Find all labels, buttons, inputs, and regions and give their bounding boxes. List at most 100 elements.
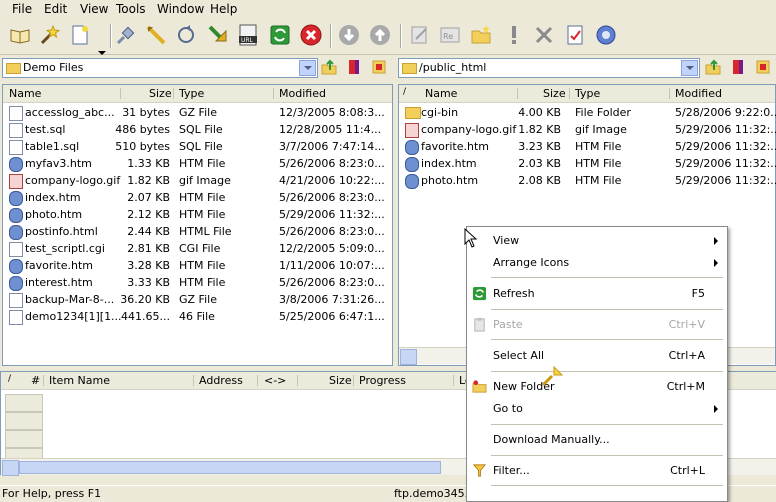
table-row[interactable]: favorite.htm 3.23 KB HTM File 5/29/2006 11:… xyxy=(399,138,776,155)
table-row[interactable]: photo.htm 2.12 KB HTM File 5/29/2006 11:32:… xyxy=(3,206,392,223)
cell-modified: 5/29/2006 11:32:... xyxy=(675,157,776,170)
cell-type: SQL File xyxy=(179,123,223,136)
download-icon[interactable] xyxy=(337,23,361,47)
url-icon[interactable]: URL xyxy=(236,23,260,47)
column-progress[interactable]: Progress xyxy=(359,374,406,387)
settings-icon[interactable] xyxy=(594,23,618,47)
table-row[interactable]: myfav3.htm 1.33 KB HTM File 5/26/2006 8:23:… xyxy=(3,155,392,172)
menu-item-download-manually[interactable]: Download Manually... xyxy=(467,430,727,450)
transfer-icon[interactable] xyxy=(144,23,168,47)
column-name[interactable]: Name xyxy=(9,87,41,100)
disconnect-icon[interactable] xyxy=(114,23,138,47)
cell-size: 1.33 KB xyxy=(127,157,170,170)
menu-item-select-all[interactable]: Select All Ctrl+A xyxy=(467,346,727,366)
exclamation-icon[interactable] xyxy=(502,23,526,47)
left-path: Demo Files xyxy=(23,61,84,74)
bookmark-icon[interactable] xyxy=(206,23,230,47)
table-row[interactable]: index.htm 2.03 KB HTM File 5/29/2006 11:32:… xyxy=(399,155,776,172)
menu-tools[interactable]: Tools xyxy=(116,2,146,16)
column-direction[interactable]: <-> xyxy=(264,374,286,387)
table-row[interactable]: favorite.htm 3.28 KB HTM File 1/11/2006 10:… xyxy=(3,257,392,274)
table-row[interactable]: postinfo.html 2.44 KB HTML File 5/26/2006 8… xyxy=(3,223,392,240)
right-path-combo[interactable]: /public_html xyxy=(398,58,700,78)
properties-icon[interactable] xyxy=(563,23,587,47)
table-row[interactable]: accesslog_abc... 31 bytes GZ File 12/3/2005… xyxy=(3,104,392,121)
svg-text:Re: Re xyxy=(443,32,453,41)
column-size[interactable]: Size xyxy=(329,374,352,387)
column-size[interactable]: Size xyxy=(543,87,566,100)
column-type[interactable]: Type xyxy=(179,87,204,100)
menu-item-refresh[interactable]: Refresh F5 xyxy=(467,284,727,304)
menu-view[interactable]: View xyxy=(80,2,108,16)
table-row[interactable]: index.htm 2.07 KB HTM File 5/26/2006 8:23:0… xyxy=(3,189,392,206)
cell-modified: 5/26/2006 8:23:0... xyxy=(279,191,385,204)
chevron-down-icon[interactable] xyxy=(681,60,698,76)
menu-item-filter[interactable]: Filter... Ctrl+L xyxy=(467,461,727,481)
table-row[interactable]: cgi-bin 4.00 KB File Folder 5/28/2006 9:22:… xyxy=(399,104,776,121)
menu-window[interactable]: Window xyxy=(157,2,204,16)
table-row[interactable]: table1.sql 510 bytes SQL File 3/7/2006 7:47… xyxy=(3,138,392,155)
up-folder-icon[interactable] xyxy=(705,59,721,75)
folder-options-icon[interactable] xyxy=(371,59,387,75)
column-name[interactable]: Name xyxy=(425,87,457,100)
cell-name: index.htm xyxy=(421,157,477,170)
table-row[interactable]: demo1234[1][1... 441.65... 46 File 5/25/200… xyxy=(3,308,392,325)
menu-item-view[interactable]: View xyxy=(467,231,727,251)
menu-item-paste[interactable]: Paste Ctrl+V xyxy=(467,315,727,335)
bookmark-icon[interactable] xyxy=(346,59,362,75)
column-num[interactable]: # xyxy=(31,374,40,387)
context-menu: View Arrange Icons Refresh F5 Paste Ctrl… xyxy=(466,226,728,502)
new-file-icon[interactable] xyxy=(68,23,92,47)
column-modified[interactable]: Modified xyxy=(675,87,722,100)
upload-icon[interactable] xyxy=(368,23,392,47)
menu-item-go-to[interactable]: Go to xyxy=(467,399,727,419)
cell-modified: 5/29/2006 11:32:... xyxy=(675,174,776,187)
menu-file[interactable]: File xyxy=(12,2,32,16)
queue-row-header xyxy=(5,394,43,412)
rename-icon[interactable]: Re xyxy=(438,23,462,47)
connect-icon[interactable] xyxy=(8,23,32,47)
column-address[interactable]: Address xyxy=(199,374,243,387)
cell-name: interest.htm xyxy=(25,276,93,289)
delete-icon[interactable] xyxy=(532,23,556,47)
cell-name: table1.sql xyxy=(25,140,80,153)
scroll-left-button[interactable] xyxy=(400,349,417,365)
local-file-list[interactable]: Name Size Type Modified accesslog_abc...… xyxy=(2,84,393,366)
scroll-left-button[interactable] xyxy=(2,460,19,476)
column-size[interactable]: Size xyxy=(149,87,172,100)
chevron-down-icon[interactable] xyxy=(299,60,316,76)
sync-icon[interactable] xyxy=(174,23,198,47)
cell-name: cgi-bin xyxy=(421,106,459,119)
cell-size: 2.07 KB xyxy=(127,191,170,204)
table-row[interactable]: backup-Mar-8-... 36.20 KB GZ File 3/8/2006 … xyxy=(3,291,392,308)
status-help: For Help, press F1 xyxy=(2,487,102,500)
image-file-icon xyxy=(405,123,419,138)
stop-icon[interactable] xyxy=(299,23,323,47)
column-type[interactable]: Type xyxy=(575,87,600,100)
folder-options-icon[interactable] xyxy=(755,59,771,75)
table-row[interactable]: test_scriptl.cgi 2.81 KB CGI File 12/2/2005… xyxy=(3,240,392,257)
bookmark-icon[interactable] xyxy=(730,59,746,75)
menu-item-new-folder[interactable]: New Folder Ctrl+M xyxy=(467,377,727,397)
wizard-icon[interactable] xyxy=(38,23,62,47)
refresh-icon[interactable] xyxy=(268,23,292,47)
table-row[interactable]: company-logo.gif 1.82 KB gif Image 5/29/200… xyxy=(399,121,776,138)
column-modified[interactable]: Modified xyxy=(279,87,326,100)
cell-modified: 1/11/2006 10:07:... xyxy=(279,259,385,272)
column-item-name[interactable]: Item Name xyxy=(49,374,110,387)
html-file-icon xyxy=(405,140,419,155)
menu-edit[interactable]: Edit xyxy=(44,2,67,16)
table-row[interactable]: photo.htm 2.08 KB HTM File 5/29/2006 11:32:… xyxy=(399,172,776,189)
cell-type: HTM File xyxy=(575,174,622,187)
menu-help[interactable]: Help xyxy=(210,2,237,16)
up-folder-icon[interactable] xyxy=(321,59,337,75)
new-folder-icon[interactable] xyxy=(469,23,493,47)
scroll-thumb[interactable] xyxy=(19,461,441,474)
table-row[interactable]: interest.htm 3.33 KB HTM File 5/26/2006 8:2… xyxy=(3,274,392,291)
table-row[interactable]: test.sql 486 bytes SQL File 12/28/2005 11:4… xyxy=(3,121,392,138)
menu-item-arrange-icons[interactable]: Arrange Icons xyxy=(467,253,727,273)
table-row[interactable]: company-logo.gif 1.82 KB gif Image 4/21/200… xyxy=(3,172,392,189)
cell-type: GZ File xyxy=(179,106,217,119)
edit-icon[interactable] xyxy=(408,23,432,47)
left-path-combo[interactable]: Demo Files xyxy=(2,58,318,78)
